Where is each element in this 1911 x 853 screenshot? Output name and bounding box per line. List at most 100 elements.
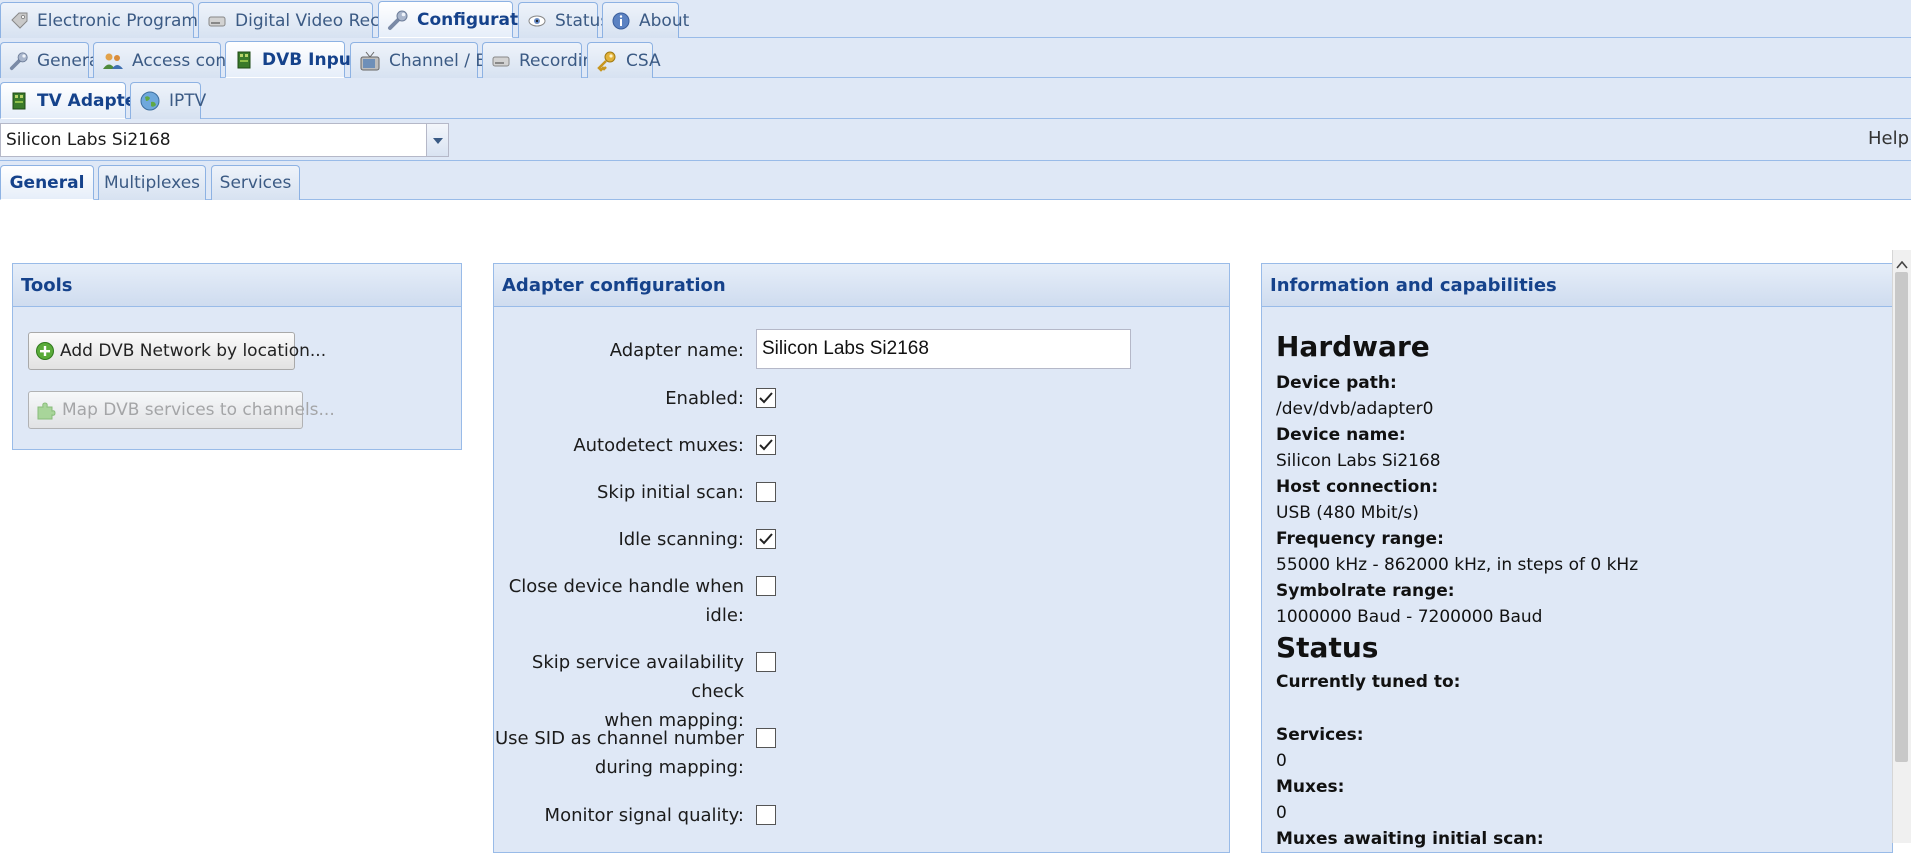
muxes-label: Muxes: (1276, 777, 1345, 797)
adapter-name-label: Adapter name: (609, 340, 744, 361)
use-sid-checkbox[interactable] (756, 728, 776, 748)
chevron-down-icon (432, 130, 444, 150)
monitor-signal-quality-checkbox[interactable] (756, 805, 776, 825)
adapter-name-input[interactable] (756, 329, 1131, 369)
help-button[interactable]: Help (1868, 128, 1909, 149)
tab-channel-epg[interactable]: Channel / EPG (350, 42, 510, 78)
info-icon (611, 11, 631, 31)
idle-scanning-checkbox[interactable] (756, 529, 776, 549)
adapter-select-value: Silicon Labs Si2168 (6, 130, 171, 150)
skip-initial-scan-checkbox[interactable] (756, 482, 776, 502)
device-name-value: Silicon Labs Si2168 (1276, 451, 1441, 471)
idle-scanning-label: Idle scanning: (618, 529, 744, 550)
tab-services[interactable]: Services (211, 165, 300, 200)
label-line-1: Use SID as channel number (495, 728, 744, 749)
muxes-awaiting-label: Muxes awaiting initial scan: (1276, 829, 1544, 849)
services-value: 0 (1276, 751, 1287, 771)
users-icon (102, 51, 124, 71)
tab-adapter-general[interactable]: General (0, 165, 94, 200)
enabled-checkbox[interactable] (756, 388, 776, 408)
tab-label: About (639, 10, 690, 31)
enabled-label: Enabled: (665, 388, 744, 409)
select-trigger[interactable] (426, 124, 448, 156)
tab-configuration[interactable]: Configuration (378, 1, 548, 38)
frequency-range-label: Frequency range: (1276, 529, 1444, 549)
label-line-2: idle: (705, 605, 744, 626)
adapter-select[interactable]: Silicon Labs Si2168 (0, 123, 449, 157)
status-heading: Status (1276, 631, 1379, 664)
host-connection-label: Host connection: (1276, 477, 1439, 497)
button-label: Map DVB services to channels... (62, 400, 335, 420)
puzzle-icon (35, 399, 57, 421)
label-line-1: Close device handle when (508, 576, 744, 597)
tab-label: CSA (626, 50, 661, 71)
card-icon (234, 50, 254, 70)
hardware-heading: Hardware (1276, 330, 1430, 363)
adapter-toolbar: Silicon Labs Si2168 Help (0, 119, 1911, 161)
info-panel-header: Information and capabilities (1262, 264, 1892, 307)
checkmark-icon (759, 392, 773, 404)
tab-multiplexes[interactable]: Multiplexes (98, 165, 206, 200)
device-path-label: Device path: (1276, 373, 1397, 393)
scrollbar-thumb[interactable] (1895, 272, 1908, 762)
panel-title: Adapter configuration (502, 274, 726, 296)
add-dvb-network-button[interactable]: Add DVB Network by location... (28, 332, 326, 370)
eye-icon (527, 11, 547, 31)
scroll-up-icon[interactable] (1896, 254, 1908, 274)
top-tab-bar: Electronic Program Guide Digital Video R… (0, 0, 1911, 38)
tab-label: Multiplexes (103, 173, 201, 193)
tab-access-control[interactable]: Access control (93, 42, 255, 78)
tab-about[interactable]: About (602, 2, 689, 38)
panel-title: Tools (21, 274, 73, 296)
adapter-tab-bar: General Multiplexes Services (0, 161, 1911, 200)
hard-drive-icon (207, 11, 227, 31)
wrench-icon (9, 51, 29, 71)
tab-dvb-inputs[interactable]: DVB Inputs (225, 41, 369, 78)
close-device-handle-checkbox[interactable] (756, 576, 776, 596)
close-device-handle-label: Close device handle when idle: (494, 572, 744, 630)
key-icon (596, 50, 618, 72)
adapter-config-panel: Adapter configuration Adapter name: Enab… (493, 263, 1230, 853)
symbolrate-range-label: Symbolrate range: (1276, 581, 1455, 601)
skip-service-availability-label: Skip service availability check when map… (494, 648, 744, 735)
tab-general[interactable]: General (0, 42, 104, 78)
autodetect-muxes-label: Autodetect muxes: (573, 435, 744, 456)
tab-electronic-program-guide[interactable]: Electronic Program Guide (0, 2, 253, 38)
tab-label: General (9, 172, 85, 193)
skip-service-availability-checkbox[interactable] (756, 652, 776, 672)
card-icon (9, 91, 29, 111)
label-line-1: Skip service availability check (531, 652, 744, 702)
tab-status[interactable]: Status (518, 2, 609, 38)
input-tab-bar: TV Adapters IPTV (0, 78, 1911, 119)
tab-iptv[interactable]: IPTV (130, 82, 206, 119)
autodetect-muxes-checkbox[interactable] (756, 435, 776, 455)
symbolrate-range-value: 1000000 Baud - 7200000 Baud (1276, 607, 1543, 627)
tab-csa[interactable]: CSA (587, 42, 661, 78)
currently-tuned-label: Currently tuned to: (1276, 672, 1461, 692)
use-sid-label: Use SID as channel number during mapping… (494, 724, 744, 782)
skip-initial-scan-label: Skip initial scan: (597, 482, 744, 503)
monitor-signal-quality-label: Monitor signal quality: (544, 805, 744, 826)
tools-panel: Tools Add DVB Network by location... Map… (12, 263, 462, 450)
hard-drive-icon (491, 51, 511, 71)
info-panel: Information and capabilities Hardware De… (1261, 263, 1893, 853)
tab-label: IPTV (169, 91, 207, 111)
tab-recording[interactable]: Recording (482, 42, 604, 78)
panel-title: Information and capabilities (1270, 274, 1557, 296)
vertical-scrollbar[interactable] (1892, 250, 1911, 843)
add-icon (35, 341, 55, 361)
host-connection-value: USB (480 Mbit/s) (1276, 503, 1419, 523)
tag-icon (9, 11, 29, 31)
device-path-value: /dev/dvb/adapter0 (1276, 399, 1434, 419)
tv-icon (359, 50, 381, 72)
device-name-label: Device name: (1276, 425, 1406, 445)
wrench-icon (387, 9, 409, 31)
label-line-2: during mapping: (594, 757, 744, 778)
tab-digital-video-recorder[interactable]: Digital Video Recorder (198, 2, 425, 38)
button-label: Add DVB Network by location... (60, 341, 327, 361)
config-tab-bar: General Access control DVB Inputs Channe… (0, 38, 1911, 78)
tools-panel-header: Tools (13, 264, 461, 307)
frequency-range-value: 55000 kHz - 862000 kHz, in steps of 0 kH… (1276, 555, 1639, 575)
tab-tv-adapters[interactable]: TV Adapters (0, 82, 155, 119)
map-dvb-services-button[interactable]: Map DVB services to channels... (28, 391, 335, 429)
